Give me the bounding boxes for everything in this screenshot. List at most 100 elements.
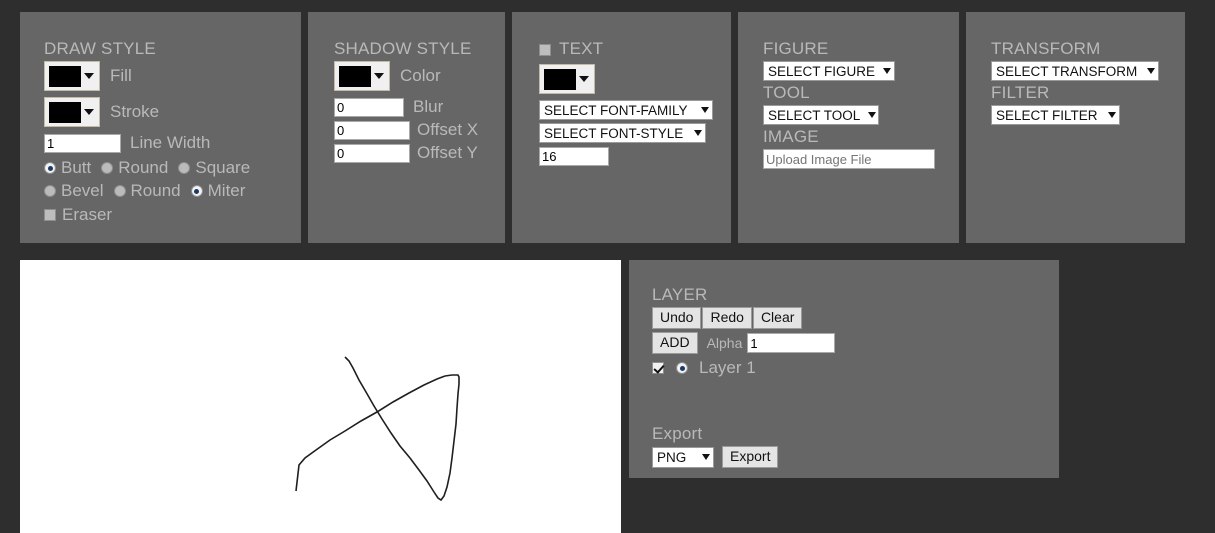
layer-add-row: ADD Alpha [652, 332, 1053, 354]
eraser-row: Eraser [44, 205, 295, 225]
chevron-down-icon [84, 73, 94, 79]
radio-line-cap-square[interactable] [178, 162, 191, 174]
radio-line-join-round[interactable] [113, 185, 126, 197]
transform-filter-panel: TRANSFORM SELECT TRANSFORM FILTER SELECT… [966, 12, 1185, 243]
font-family-select-value: SELECT FONT-FAMILY [544, 102, 688, 118]
shadow-color-row: Color [334, 61, 499, 91]
font-family-select[interactable]: SELECT FONT-FAMILY [539, 100, 713, 120]
line-cap-square-label: Square [195, 158, 251, 177]
layer-title: LAYER [652, 285, 708, 304]
shadow-offset-y-label: Offset Y [417, 143, 478, 162]
image-upload-input[interactable] [763, 149, 935, 169]
line-join-miter-label: Miter [207, 181, 246, 200]
shadow-offset-x-input[interactable] [334, 120, 410, 140]
draw-style-panel: DRAW STYLE Fill Stroke Line Width [20, 12, 301, 243]
layer-visibility-checkbox[interactable] [652, 362, 664, 374]
canvas-strokes [295, 356, 460, 502]
fill-color-row: Fill [44, 61, 295, 91]
text-panel: TEXT SELECT FONT-FAMILY SELECT FONT-STYL… [512, 12, 731, 243]
radio-line-join-bevel[interactable] [44, 185, 56, 197]
figure-tool-image-panel: FIGURE SELECT FIGURE TOOL SELECT TOOL IM… [738, 12, 959, 243]
shadow-color-label: Color [400, 66, 441, 85]
radio-line-join-miter[interactable] [190, 185, 203, 197]
undo-button[interactable]: Undo [652, 307, 702, 329]
layer-history-buttons: Undo Redo Clear [652, 307, 1053, 329]
line-cap-row: Butt Round Square [44, 158, 295, 178]
line-join-row: Bevel Round Miter [44, 181, 295, 201]
chevron-down-icon [1147, 68, 1155, 74]
redo-button[interactable]: Redo [702, 307, 752, 329]
chevron-down-icon [883, 68, 892, 74]
text-enable-checkbox[interactable] [539, 43, 551, 56]
shadow-style-panel: SHADOW STYLE Color Blur Offset X Offset … [308, 12, 505, 243]
fill-label: Fill [110, 66, 132, 85]
line-join-bevel-label: Bevel [61, 181, 104, 200]
eraser-label: Eraser [62, 205, 113, 224]
transform-select[interactable]: SELECT TRANSFORM [991, 61, 1159, 81]
chevron-down-icon [868, 112, 877, 118]
shadow-offset-x-row: Offset X [334, 120, 499, 140]
eraser-checkbox[interactable] [44, 209, 56, 221]
line-width-row: Line Width [44, 133, 295, 153]
font-style-select-value: SELECT FONT-STYLE [544, 125, 684, 141]
filter-select[interactable]: SELECT FILTER [991, 105, 1120, 125]
chevron-down-icon [579, 76, 589, 82]
chevron-down-icon [701, 107, 709, 113]
shadow-color-swatch [339, 65, 371, 87]
draw-style-title: DRAW STYLE [44, 39, 156, 58]
shadow-offset-y-input[interactable] [334, 143, 410, 163]
layer-name: Layer 1 [699, 358, 756, 377]
filter-select-value: SELECT FILTER [996, 107, 1098, 123]
image-title: IMAGE [763, 127, 819, 146]
shadow-color-picker[interactable] [334, 61, 390, 91]
text-color-swatch [544, 68, 576, 90]
clear-button[interactable]: Clear [752, 307, 803, 329]
line-cap-round-label: Round [118, 158, 169, 177]
export-row: PNG Export [652, 446, 1053, 468]
filter-title: FILTER [991, 83, 1050, 102]
export-button[interactable]: Export [722, 446, 779, 468]
line-cap-butt-label: Butt [61, 158, 92, 177]
chevron-down-icon [374, 73, 384, 79]
alpha-input[interactable] [747, 333, 836, 353]
text-color-row [539, 64, 725, 94]
export-format-value: PNG [657, 449, 687, 465]
radio-line-cap-round[interactable] [101, 162, 114, 174]
stroke-label: Stroke [110, 102, 160, 121]
shadow-offset-y-row: Offset Y [334, 143, 499, 163]
drawing-canvas[interactable] [20, 260, 621, 533]
radio-line-cap-butt[interactable] [44, 162, 56, 174]
export-format-select[interactable]: PNG [652, 446, 714, 468]
add-layer-button[interactable]: ADD [652, 332, 698, 354]
shadow-blur-label: Blur [413, 97, 444, 116]
font-size-input[interactable] [539, 147, 609, 166]
fill-color-picker[interactable] [44, 61, 100, 91]
shadow-blur-input[interactable] [334, 97, 404, 117]
text-color-picker[interactable] [539, 64, 595, 94]
tool-select[interactable]: SELECT TOOL [763, 105, 879, 125]
text-title: TEXT [559, 39, 604, 58]
stroke-color-row: Stroke [44, 97, 295, 127]
shadow-blur-row: Blur [334, 97, 499, 117]
layer-active-radio[interactable] [676, 362, 688, 374]
canvas-stroke [344, 356, 460, 502]
chevron-down-icon [702, 454, 710, 460]
drawing-app: DRAW STYLE Fill Stroke Line Width [0, 0, 1215, 533]
shadow-offset-x-label: Offset X [417, 120, 479, 139]
line-width-input[interactable] [44, 133, 121, 153]
transform-select-value: SELECT TRANSFORM [996, 63, 1138, 79]
tool-title: TOOL [763, 83, 810, 102]
shadow-style-title: SHADOW STYLE [334, 39, 472, 58]
tool-select-value: SELECT TOOL [768, 107, 861, 123]
text-title-row: TEXT [539, 38, 725, 61]
figure-title: FIGURE [763, 39, 829, 58]
stroke-color-swatch [49, 101, 81, 123]
stroke-color-picker[interactable] [44, 97, 100, 127]
layer-list-item[interactable]: Layer 1 [652, 358, 1053, 378]
line-width-label: Line Width [130, 133, 211, 152]
font-style-select[interactable]: SELECT FONT-STYLE [539, 123, 706, 143]
chevron-down-icon [1108, 112, 1116, 118]
chevron-down-icon [84, 109, 94, 115]
alpha-label: Alpha [706, 335, 743, 351]
figure-select[interactable]: SELECT FIGURE [763, 61, 895, 81]
